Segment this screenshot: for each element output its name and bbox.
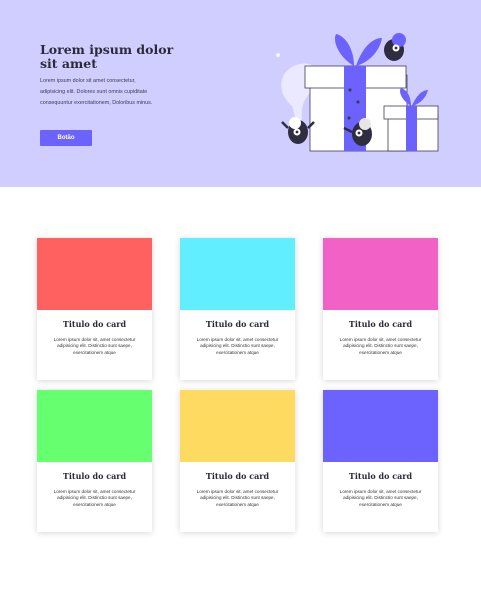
card-image bbox=[37, 390, 152, 462]
card[interactable]: Titulo do card Lorem ipsum dolor sit, am… bbox=[37, 238, 152, 380]
card-text: Lorem ipsum dolor sit, amet consectetur … bbox=[196, 489, 279, 507]
sparkle-dot bbox=[276, 53, 280, 57]
card-text: Lorem ipsum dolor sit, amet consectetur … bbox=[339, 489, 422, 507]
big-gift-bow-left bbox=[334, 34, 354, 66]
card-image bbox=[180, 390, 295, 462]
card-title: Titulo do card bbox=[348, 319, 413, 329]
card-image bbox=[323, 238, 438, 310]
gift-boxes-illustration bbox=[276, 33, 439, 152]
hero-button[interactable]: Botão bbox=[40, 130, 92, 146]
card-image bbox=[323, 390, 438, 462]
small-gift-ribbon bbox=[406, 106, 417, 151]
card-image bbox=[37, 238, 152, 310]
hero-title: Lorem ipsum dolor sit amet bbox=[40, 42, 174, 71]
card-text: Lorem ipsum dolor sit, amet consectetur … bbox=[53, 337, 136, 355]
card-text: Lorem ipsum dolor sit, amet consectetur … bbox=[339, 337, 422, 355]
card[interactable]: Titulo do card Lorem ipsum dolor sit, am… bbox=[180, 238, 295, 380]
card-title: Titulo do card bbox=[62, 471, 127, 481]
card-title: Titulo do card bbox=[62, 319, 127, 329]
card-title: Titulo do card bbox=[348, 471, 413, 481]
card[interactable]: Titulo do card Lorem ipsum dolor sit, am… bbox=[180, 390, 295, 532]
big-gift-bow-right bbox=[356, 38, 382, 66]
card[interactable]: Titulo do card Lorem ipsum dolor sit, am… bbox=[323, 390, 438, 532]
card-text: Lorem ipsum dolor sit, amet consectetur … bbox=[53, 489, 136, 507]
hero-banner: Lorem ipsum dolor sit amet Lorem ipsum d… bbox=[0, 0, 481, 187]
card-title: Titulo do card bbox=[205, 471, 270, 481]
card-title: Titulo do card bbox=[205, 319, 270, 329]
card-text: Lorem ipsum dolor sit, amet consectetur … bbox=[196, 337, 279, 355]
card[interactable]: Titulo do card Lorem ipsum dolor sit, am… bbox=[323, 238, 438, 380]
hero-description: Lorem ipsum dolor sit amet consectetur, … bbox=[40, 78, 153, 106]
card[interactable]: Titulo do card Lorem ipsum dolor sit, am… bbox=[37, 390, 152, 532]
card-image bbox=[180, 238, 295, 310]
